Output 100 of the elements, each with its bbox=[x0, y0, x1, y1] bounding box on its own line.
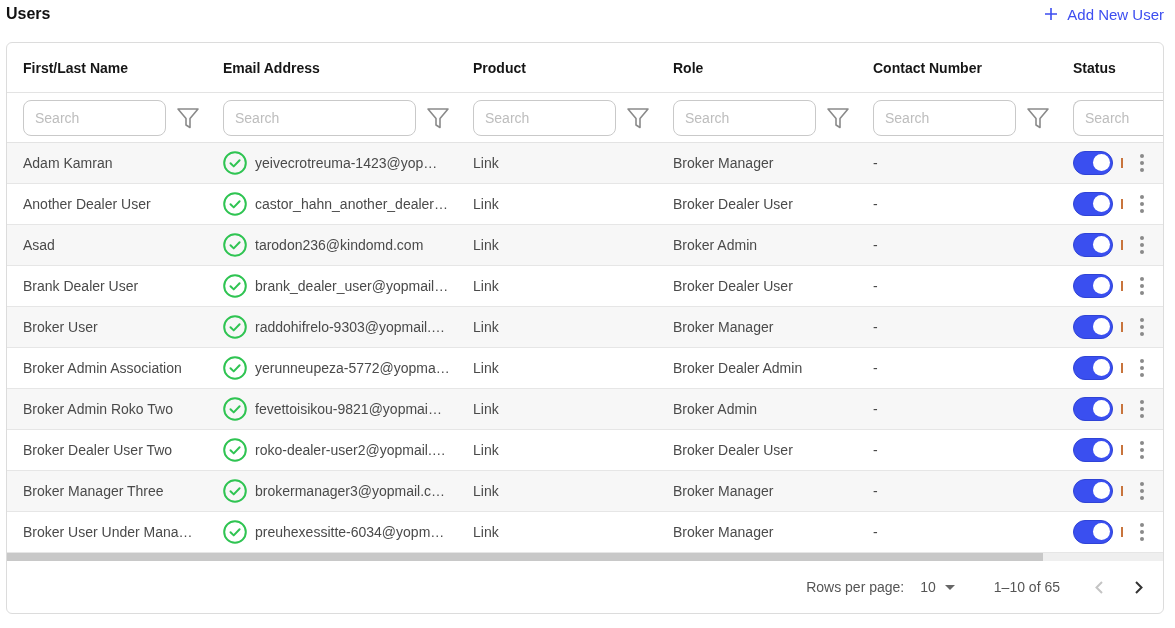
role-name: Broker Dealer User bbox=[673, 278, 793, 294]
chevron-right-icon bbox=[1135, 580, 1143, 594]
status-toggle[interactable] bbox=[1073, 356, 1113, 380]
filter-icon bbox=[626, 105, 650, 130]
column-header: Product bbox=[473, 59, 526, 76]
product-text: Link bbox=[473, 278, 499, 294]
vertical-dots-icon bbox=[1140, 523, 1144, 541]
email-address: fevettoisikou-9821@yopmai… bbox=[255, 401, 442, 417]
vertical-dots-icon bbox=[1140, 154, 1144, 172]
chevron-left-icon bbox=[1095, 580, 1103, 594]
more-options-button[interactable] bbox=[1140, 441, 1144, 459]
more-options-button[interactable] bbox=[1140, 482, 1144, 500]
column-header: Email Address bbox=[223, 59, 320, 76]
role-name: Broker Dealer Admin bbox=[673, 360, 803, 376]
search-field[interactable]: Search bbox=[873, 99, 1016, 136]
status-toggle[interactable] bbox=[1073, 397, 1113, 421]
more-options-button[interactable] bbox=[1140, 277, 1144, 295]
status-line-icon bbox=[1121, 363, 1123, 373]
status-line-icon bbox=[1121, 281, 1123, 291]
column-header: Status bbox=[1073, 59, 1116, 76]
rows-per-page-select[interactable]: 10 bbox=[920, 579, 955, 595]
more-options-button[interactable] bbox=[1140, 359, 1144, 377]
user-name: Broker User bbox=[23, 319, 98, 335]
role-name: Broker Manager bbox=[673, 483, 774, 499]
contact-number: - bbox=[873, 442, 878, 458]
more-options-button[interactable] bbox=[1140, 400, 1144, 418]
more-options-button[interactable] bbox=[1140, 154, 1144, 172]
contact-number: - bbox=[873, 401, 878, 417]
status-line-icon bbox=[1121, 322, 1123, 332]
filter-icon bbox=[1026, 105, 1050, 130]
role-name: Broker Manager bbox=[673, 155, 774, 171]
contact-number: - bbox=[873, 155, 878, 171]
filter-button[interactable] bbox=[826, 105, 850, 130]
more-options-button[interactable] bbox=[1140, 195, 1144, 213]
email-address: yeivecrotreuma-1423@yop… bbox=[255, 155, 438, 171]
filter-button[interactable] bbox=[176, 105, 200, 130]
user-name: Broker Manager Three bbox=[23, 483, 164, 499]
user-name: Broker User Under Mana… bbox=[23, 524, 193, 540]
vertical-dots-icon bbox=[1140, 236, 1144, 254]
user-name: Broker Admin Roko Two bbox=[23, 401, 173, 417]
filter-button[interactable] bbox=[626, 105, 650, 130]
status-toggle[interactable] bbox=[1073, 315, 1113, 339]
status-toggle[interactable] bbox=[1073, 479, 1113, 503]
filter-icon bbox=[176, 105, 200, 130]
rows-per-page-label: Rows per page: bbox=[806, 579, 905, 595]
caret-down-icon bbox=[944, 584, 955, 590]
user-name: Adam Kamran bbox=[23, 155, 113, 171]
contact-number: - bbox=[873, 524, 878, 540]
role-name: Broker Admin bbox=[673, 237, 758, 253]
user-name: Brank Dealer User bbox=[23, 278, 139, 294]
product-text: Link bbox=[473, 442, 499, 458]
user-name: Another Dealer User bbox=[23, 196, 151, 212]
email-address: preuhexessitte-6034@yopm… bbox=[255, 524, 445, 540]
more-options-button[interactable] bbox=[1140, 523, 1144, 541]
page-range: 1–10 of 65 bbox=[993, 579, 1060, 595]
product-text: Link bbox=[473, 237, 499, 253]
email-address: roko-dealer-user2@yopmail.… bbox=[255, 442, 446, 458]
role-name: Broker Manager bbox=[673, 319, 774, 335]
contact-number: - bbox=[873, 278, 878, 294]
column-header: Role bbox=[673, 59, 704, 76]
vertical-dots-icon bbox=[1140, 277, 1144, 295]
contact-number: - bbox=[873, 319, 878, 335]
product-text: Link bbox=[473, 155, 499, 171]
filter-button[interactable] bbox=[1026, 105, 1050, 130]
page-title: Users bbox=[6, 5, 51, 23]
status-line-icon bbox=[1121, 158, 1123, 168]
contact-number: - bbox=[873, 196, 878, 212]
user-name: Broker Dealer User Two bbox=[23, 442, 173, 458]
column-header: Contact Number bbox=[873, 59, 982, 76]
status-line-icon bbox=[1121, 527, 1123, 537]
product-text: Link bbox=[473, 196, 499, 212]
add-user-button[interactable]: Add New User bbox=[1045, 5, 1164, 23]
more-options-button[interactable] bbox=[1140, 236, 1144, 254]
more-options-button[interactable] bbox=[1140, 318, 1144, 336]
status-toggle[interactable] bbox=[1073, 151, 1113, 175]
status-toggle[interactable] bbox=[1073, 274, 1113, 298]
plus-icon bbox=[1045, 8, 1058, 20]
vertical-dots-icon bbox=[1140, 482, 1144, 500]
search-field[interactable]: Search bbox=[1073, 99, 1163, 136]
product-text: Link bbox=[473, 360, 499, 376]
vertical-dots-icon bbox=[1140, 359, 1144, 377]
product-text: Link bbox=[473, 483, 499, 499]
search-field[interactable]: Search bbox=[23, 99, 166, 136]
filter-icon bbox=[426, 105, 450, 130]
status-toggle[interactable] bbox=[1073, 192, 1113, 216]
status-toggle[interactable] bbox=[1073, 438, 1113, 462]
role-name: Broker Admin bbox=[673, 401, 758, 417]
filter-button[interactable] bbox=[426, 105, 450, 130]
column-header: First/Last Name bbox=[23, 59, 129, 76]
search-field[interactable]: Search bbox=[473, 99, 616, 136]
search-field[interactable]: Search bbox=[673, 99, 816, 136]
role-name: Broker Dealer User bbox=[673, 442, 793, 458]
search-field[interactable]: Search bbox=[223, 99, 416, 136]
vertical-dots-icon bbox=[1140, 195, 1144, 213]
status-toggle[interactable] bbox=[1073, 520, 1113, 544]
product-text: Link bbox=[473, 524, 499, 540]
role-name: Broker Dealer User bbox=[673, 196, 793, 212]
contact-number: - bbox=[873, 360, 878, 376]
status-line-icon bbox=[1121, 199, 1123, 209]
status-toggle[interactable] bbox=[1073, 233, 1113, 257]
